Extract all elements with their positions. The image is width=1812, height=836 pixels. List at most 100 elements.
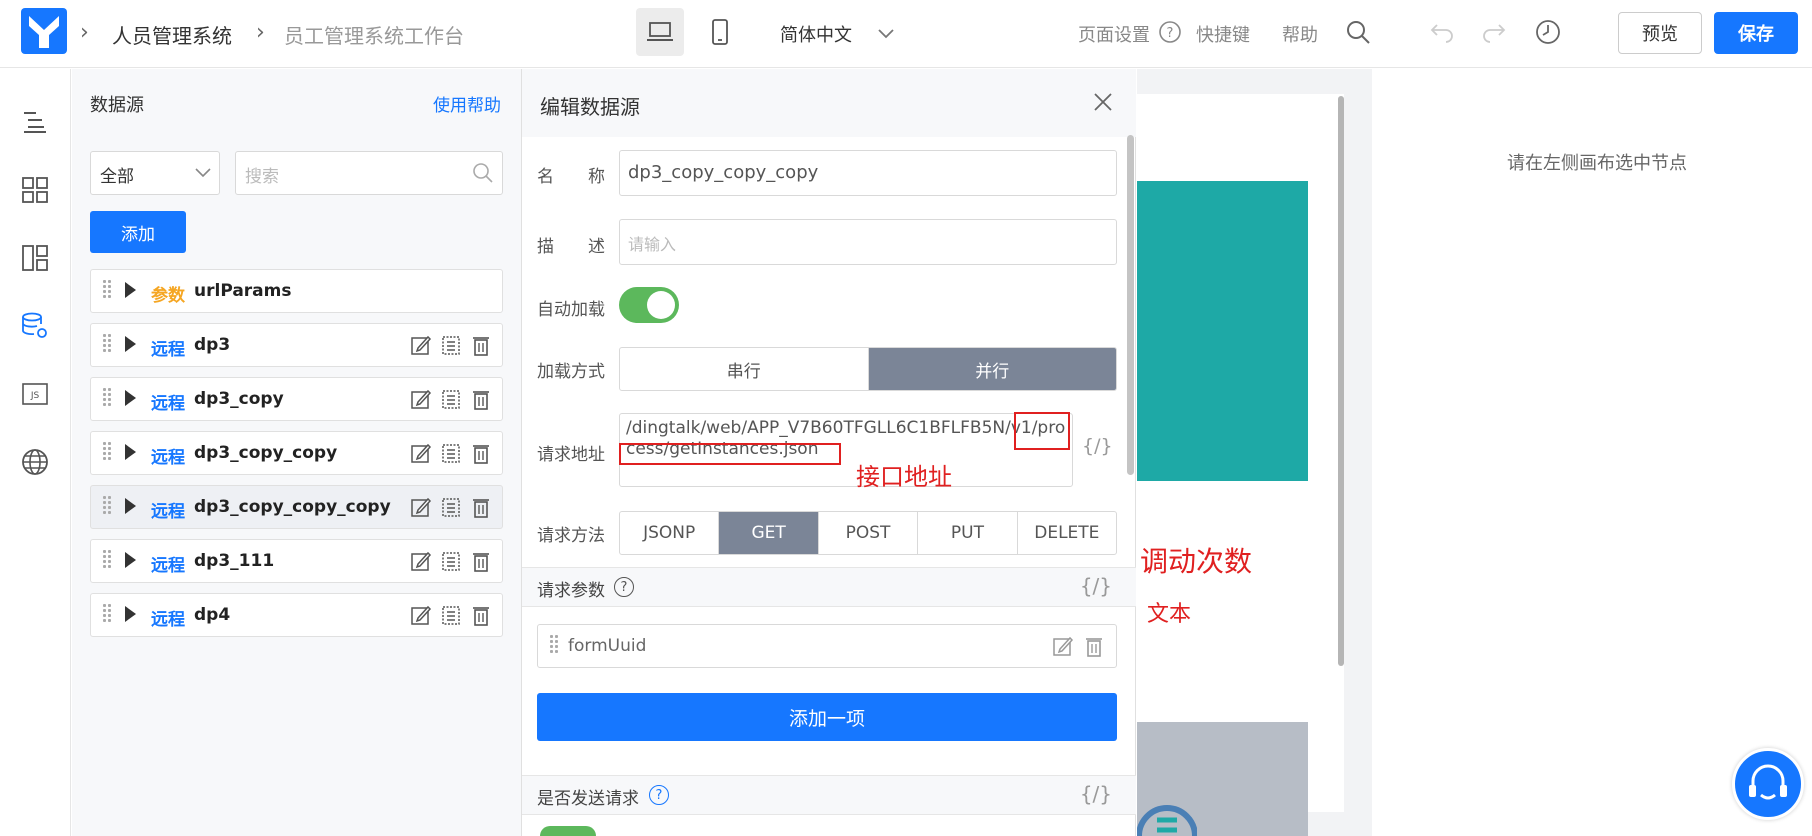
- datasource-item[interactable]: 远程 dp4: [90, 593, 503, 637]
- name-input[interactable]: dp3_copy_copy_copy: [619, 150, 1117, 196]
- method-put[interactable]: PUT: [918, 512, 1018, 554]
- copy-list-icon[interactable]: [440, 334, 462, 356]
- expand-arrow-icon[interactable]: [125, 606, 136, 622]
- copy-list-icon[interactable]: [440, 442, 462, 464]
- breadcrumb-app[interactable]: 人员管理系统: [112, 20, 232, 49]
- method-jsonp[interactable]: JSONP: [620, 512, 720, 554]
- desktop-view-button[interactable]: [636, 8, 684, 56]
- drag-handle-icon[interactable]: [103, 280, 111, 304]
- drag-handle-icon[interactable]: [103, 388, 111, 412]
- datasource-item[interactable]: 远程 dp3_copy: [90, 377, 503, 421]
- edit-icon[interactable]: [1052, 635, 1074, 662]
- expand-arrow-icon[interactable]: [125, 498, 136, 514]
- copy-list-icon[interactable]: [440, 496, 462, 518]
- edit-panel-scrollbar[interactable]: [1127, 135, 1134, 475]
- datasource-search-input[interactable]: 搜索: [235, 151, 503, 195]
- question-icon[interactable]: ?: [649, 785, 669, 805]
- trash-icon[interactable]: [470, 334, 492, 356]
- autoload-toggle[interactable]: [619, 287, 679, 323]
- redo-icon[interactable]: [1480, 18, 1508, 46]
- save-button[interactable]: 保存: [1714, 12, 1798, 54]
- expand-arrow-icon[interactable]: [125, 390, 136, 406]
- add-item-button[interactable]: 添加一项: [537, 693, 1117, 741]
- canvas-teal-block[interactable]: [1137, 181, 1308, 481]
- datasource-type-tag: 远程: [151, 502, 185, 522]
- usage-help-link[interactable]: 使用帮助: [433, 91, 501, 116]
- drag-handle-icon[interactable]: [550, 635, 558, 659]
- datasource-item[interactable]: 远程 dp3_111: [90, 539, 503, 583]
- datasource-title: 数据源: [90, 95, 144, 116]
- expand-arrow-icon[interactable]: [125, 552, 136, 568]
- edit-icon[interactable]: [410, 334, 432, 356]
- url-expression-braces-icon[interactable]: {/}: [1082, 435, 1113, 457]
- trash-icon[interactable]: [470, 496, 492, 518]
- preview-button[interactable]: 预览: [1618, 12, 1702, 54]
- drag-handle-icon[interactable]: [103, 334, 111, 358]
- components-grid-icon[interactable]: [18, 173, 52, 207]
- shortcuts-link[interactable]: 快捷键: [1196, 21, 1250, 47]
- drag-handle-icon[interactable]: [103, 496, 111, 520]
- js-code-icon[interactable]: JS: [18, 377, 52, 411]
- trash-icon[interactable]: [470, 442, 492, 464]
- expand-arrow-icon[interactable]: [125, 282, 136, 298]
- canvas-scrollbar[interactable]: [1338, 96, 1344, 666]
- load-mode-segment: 串行 并行: [619, 347, 1117, 391]
- method-post[interactable]: POST: [819, 512, 919, 554]
- outline-tree-icon[interactable]: [18, 105, 52, 139]
- datasource-item[interactable]: 远程 dp3: [90, 323, 503, 367]
- edit-icon[interactable]: [410, 496, 432, 518]
- filter-value: 全部: [100, 167, 134, 187]
- question-icon[interactable]: ?: [1156, 18, 1184, 46]
- customer-support-button[interactable]: [1732, 748, 1804, 820]
- add-datasource-button[interactable]: 添加: [90, 211, 186, 253]
- trash-icon[interactable]: [470, 388, 492, 410]
- params-expression-braces-icon[interactable]: {/}: [1080, 574, 1112, 598]
- edit-icon[interactable]: [410, 604, 432, 626]
- globe-icon[interactable]: [18, 445, 52, 479]
- language-select[interactable]: 简体中文: [780, 21, 852, 47]
- mobile-view-button[interactable]: [696, 8, 744, 56]
- layout-template-icon[interactable]: [18, 241, 52, 275]
- datasource-settings-icon[interactable]: [18, 309, 52, 343]
- page-settings-link[interactable]: 页面设置: [1078, 21, 1150, 47]
- edit-icon[interactable]: [410, 550, 432, 572]
- trash-icon[interactable]: [470, 550, 492, 572]
- expand-arrow-icon[interactable]: [125, 444, 136, 460]
- breadcrumb-page[interactable]: 员工管理系统工作台: [284, 20, 464, 49]
- history-clock-icon[interactable]: [1534, 18, 1562, 46]
- request-params-section[interactable]: 请求参数 ? {/}: [522, 567, 1136, 607]
- edit-icon[interactable]: [410, 442, 432, 464]
- method-get[interactable]: GET: [719, 512, 819, 554]
- method-delete[interactable]: DELETE: [1018, 512, 1116, 554]
- datasource-filter-select[interactable]: 全部: [90, 151, 220, 195]
- send-expression-braces-icon[interactable]: {/}: [1080, 782, 1112, 806]
- chevron-down-icon[interactable]: [872, 20, 900, 48]
- load-mode-serial[interactable]: 串行: [620, 348, 869, 390]
- datasource-item[interactable]: 远程 dp3_copy_copy: [90, 431, 503, 475]
- datasource-item[interactable]: 远程 dp3_copy_copy_copy: [90, 485, 503, 529]
- load-mode-parallel[interactable]: 并行: [868, 348, 1116, 390]
- datasource-type-tag: 参数: [151, 286, 185, 306]
- send-request-section[interactable]: 是否发送请求 ? {/}: [522, 775, 1136, 815]
- copy-list-icon[interactable]: [440, 388, 462, 410]
- description-input[interactable]: 请输入: [619, 219, 1117, 265]
- drag-handle-icon[interactable]: [103, 442, 111, 466]
- param-row-formuuid[interactable]: formUuid: [537, 624, 1117, 668]
- trash-icon[interactable]: [1084, 635, 1104, 662]
- drag-handle-icon[interactable]: [103, 550, 111, 574]
- trash-icon[interactable]: [470, 604, 492, 626]
- edit-icon[interactable]: [410, 388, 432, 410]
- app-logo[interactable]: [21, 8, 67, 54]
- edit-panel-title: 编辑数据源: [540, 95, 640, 119]
- copy-list-icon[interactable]: [440, 604, 462, 626]
- copy-list-icon[interactable]: [440, 550, 462, 572]
- undo-icon[interactable]: [1428, 18, 1456, 46]
- send-request-toggle[interactable]: [540, 826, 596, 836]
- datasource-item[interactable]: 参数 urlParams: [90, 269, 503, 313]
- close-icon[interactable]: [1090, 89, 1116, 115]
- search-icon[interactable]: [1344, 18, 1372, 46]
- help-link[interactable]: 帮助: [1282, 21, 1318, 47]
- expand-arrow-icon[interactable]: [125, 336, 136, 352]
- drag-handle-icon[interactable]: [103, 604, 111, 628]
- question-icon[interactable]: ?: [614, 577, 634, 597]
